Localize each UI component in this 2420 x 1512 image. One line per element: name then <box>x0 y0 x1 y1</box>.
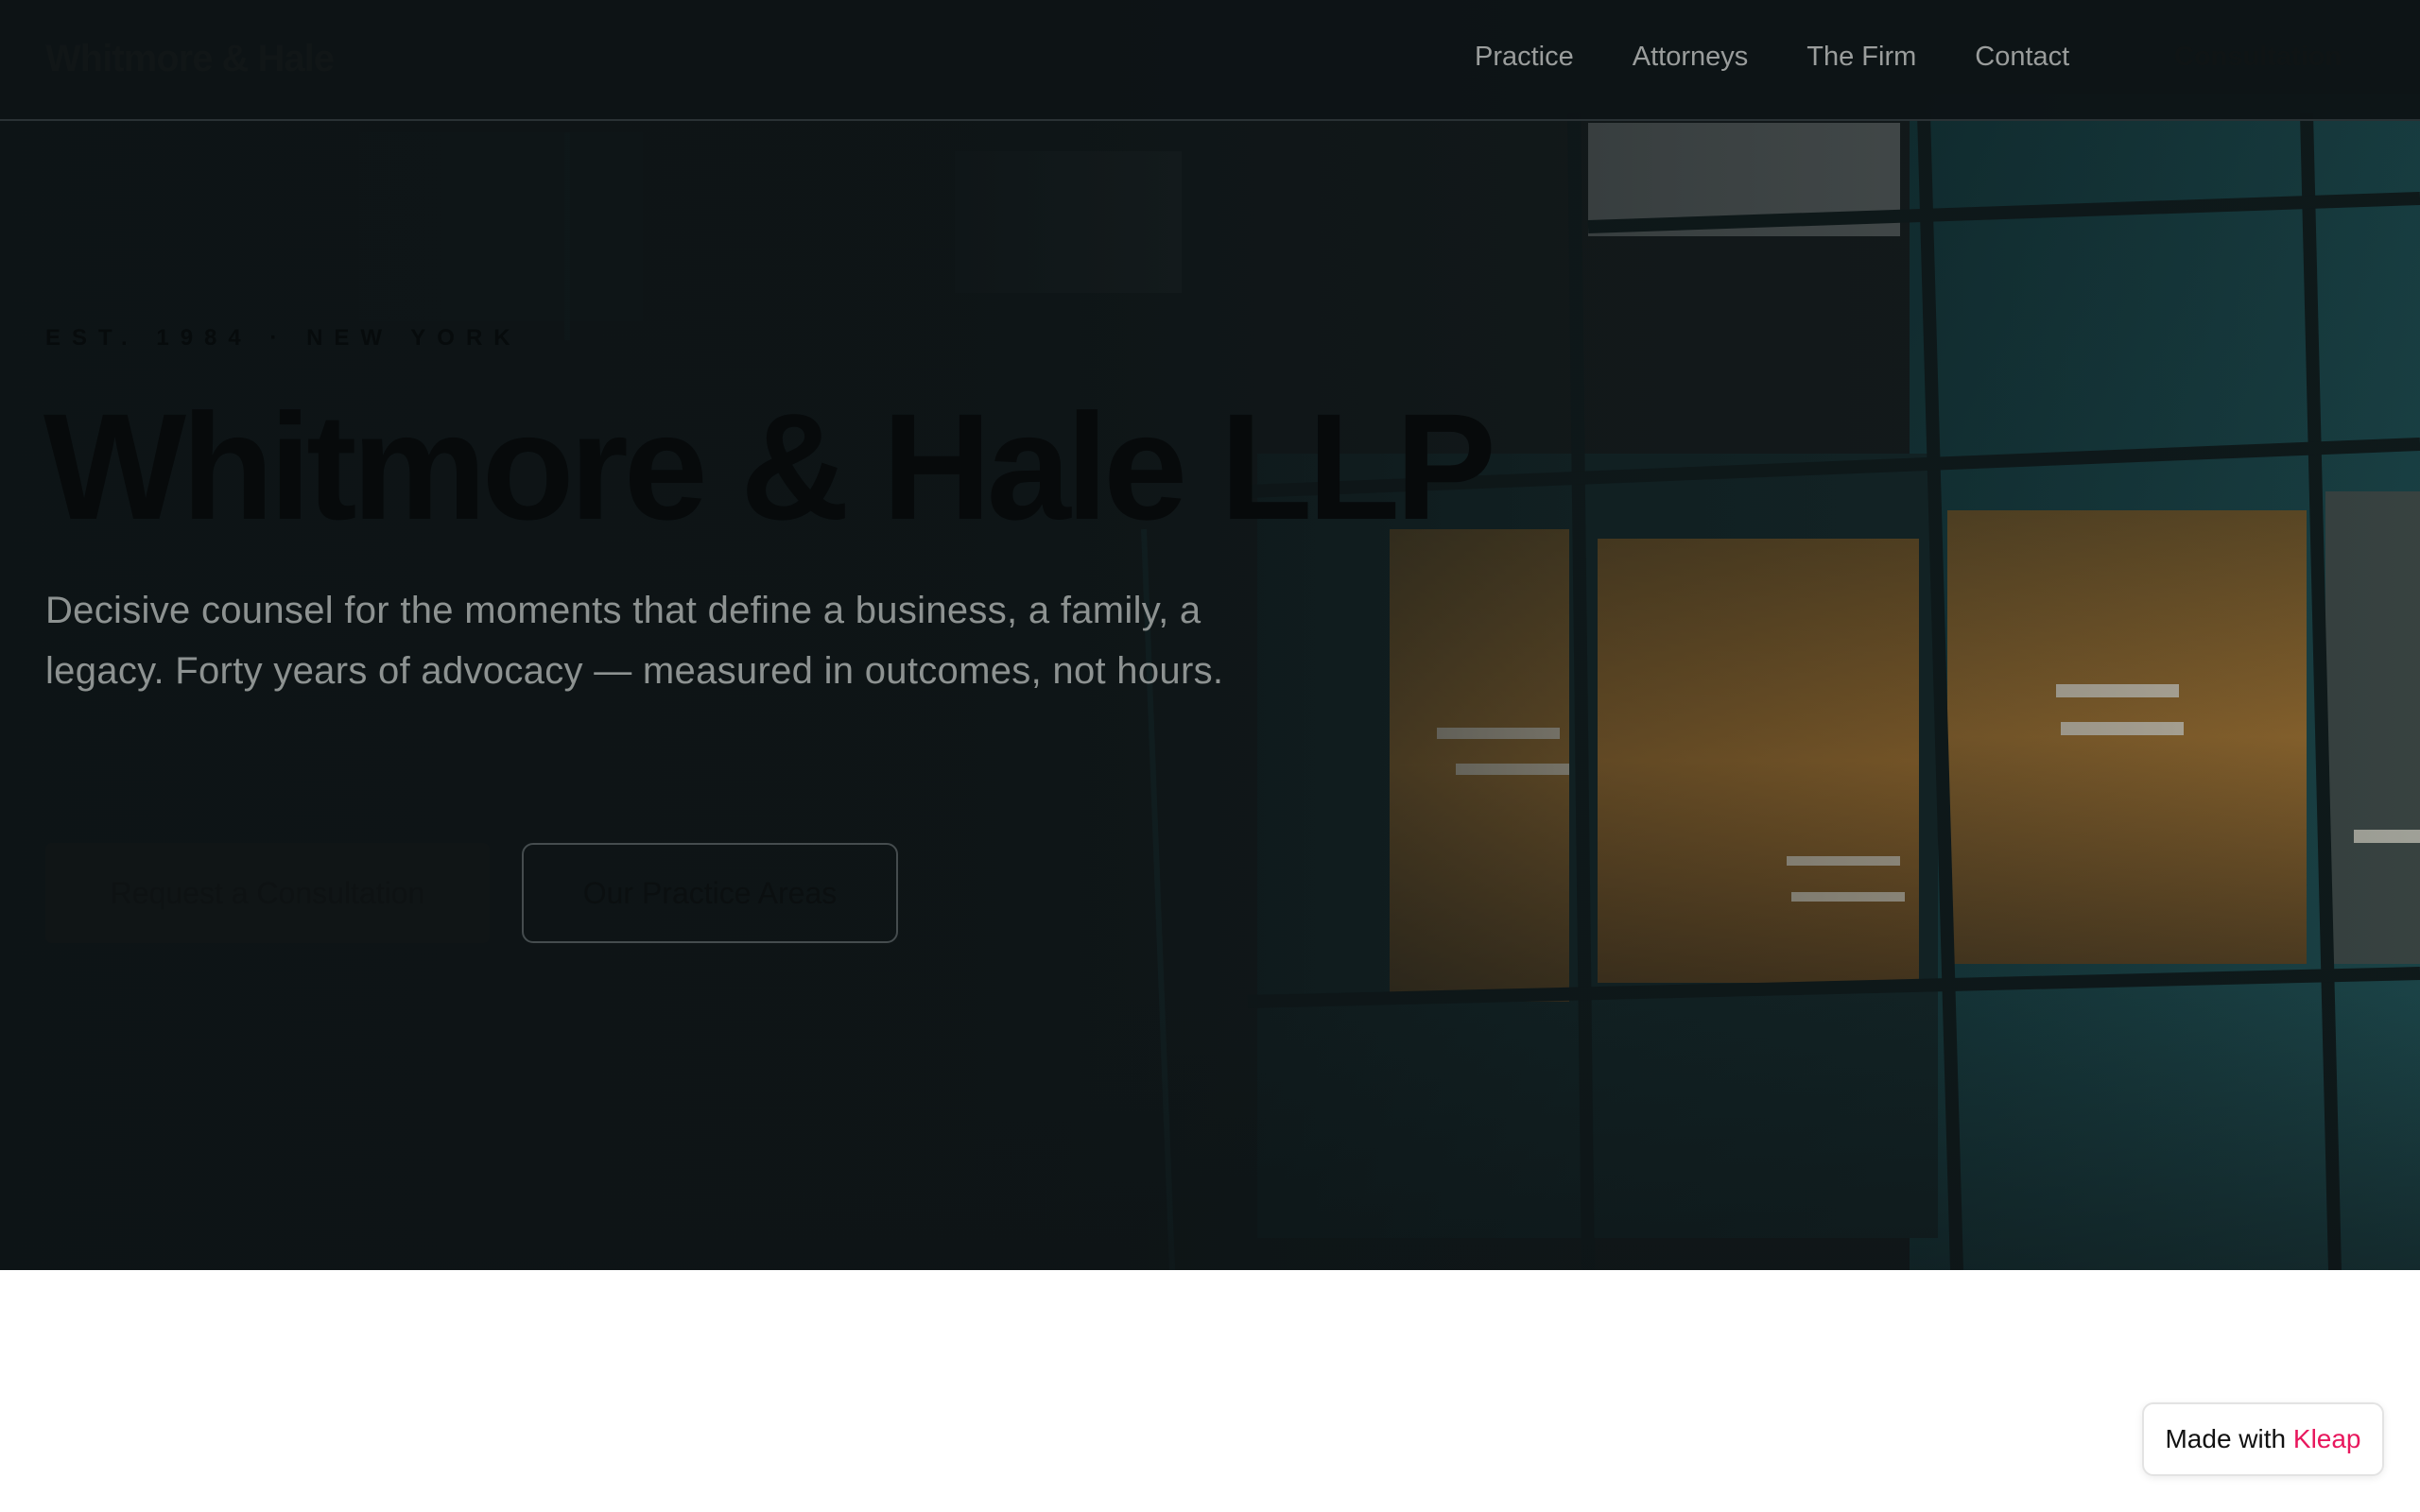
hero-section: EST. 1984 · NEW YORK Whitmore & Hale LLP… <box>0 0 2420 1270</box>
main-nav: Practice Attorneys The Firm Contact <box>1475 42 2128 73</box>
request-consultation-button[interactable]: Request a Consultation <box>45 843 490 943</box>
nav-link-the-firm[interactable]: The Firm <box>1806 42 1916 73</box>
made-with-kleap-badge[interactable]: Made with Kleap <box>2142 1402 2384 1476</box>
nav-link-practice[interactable]: Practice <box>1475 42 1574 73</box>
nav-consultation-button[interactable]: Consultation <box>2174 42 2342 73</box>
practice-areas-button[interactable]: Our Practice Areas <box>522 843 898 943</box>
badge-brand: Kleap <box>2292 1424 2361 1453</box>
hero-title: Whitmore & Hale LLP <box>43 382 1496 551</box>
nav-link-attorneys[interactable]: Attorneys <box>1633 42 1749 73</box>
hero-lede: Decisive counsel for the moments that de… <box>45 590 1224 692</box>
badge-prefix: Made with <box>2165 1424 2287 1453</box>
hero-eyebrow: EST. 1984 · NEW YORK <box>45 325 522 351</box>
top-navbar: Whitmore & Hale Practice Attorneys The F… <box>0 0 2420 121</box>
hero-bottom-fade <box>0 987 2420 1270</box>
brand-logo[interactable]: Whitmore & Hale <box>45 38 335 80</box>
nav-link-contact[interactable]: Contact <box>1975 42 2069 73</box>
